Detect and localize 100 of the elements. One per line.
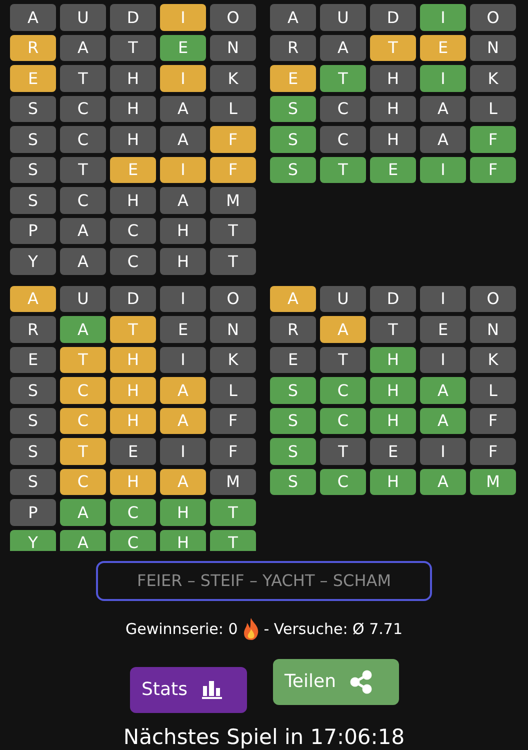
letter-tile: A (160, 468, 206, 495)
letter-tile: E (270, 346, 316, 373)
letter-tile: C (320, 377, 366, 404)
letter-tile: F (210, 438, 256, 464)
letter-tile: H (110, 126, 156, 152)
letter-tile: C (110, 499, 156, 526)
letter-tile: S (10, 377, 56, 404)
letter-tile: H (370, 65, 416, 92)
letter-tile: C (60, 96, 106, 122)
letter-tile: S (270, 438, 316, 464)
letter-tile: T (60, 156, 106, 183)
letter-tile: R (270, 34, 316, 61)
letter-tile: C (320, 468, 366, 495)
letter-tile: A (60, 34, 106, 61)
letter-tile: E (370, 438, 416, 464)
letter-tile: C (320, 126, 366, 152)
letter-tile: U (60, 4, 106, 30)
letter-tile: A (160, 377, 206, 404)
letter-tile: A (420, 468, 466, 495)
letter-tile: A (420, 408, 466, 434)
letter-tile: A (10, 4, 56, 30)
letter-tile: A (160, 96, 206, 122)
share-button[interactable]: Teilen (272, 658, 398, 704)
letter-tile: S (10, 468, 56, 495)
letter-tile: A (60, 499, 106, 526)
letter-tile: O (210, 286, 256, 312)
letter-tile: S (10, 408, 56, 434)
letter-tile: M (210, 187, 256, 214)
letter-tile: H (160, 248, 206, 274)
letter-tile: U (320, 4, 366, 30)
letter-tile: H (110, 346, 156, 373)
letter-tile: A (60, 530, 106, 550)
letter-tile: L (470, 96, 516, 122)
letter-tile: I (160, 438, 206, 464)
letter-tile: U (60, 286, 106, 312)
letter-tile: H (370, 468, 416, 495)
letter-tile: R (10, 316, 56, 342)
letter-tile: Y (10, 530, 56, 550)
letter-tile: M (470, 468, 516, 495)
letter-tile: S (10, 156, 56, 183)
solution-field[interactable]: FEIER – STEIF – YACHT – SCHAM (96, 560, 432, 600)
letter-tile: H (110, 96, 156, 122)
letter-tile: H (370, 126, 416, 152)
letter-tile: S (10, 96, 56, 122)
letter-tile: A (320, 34, 366, 61)
letter-tile: I (420, 438, 466, 464)
letter-tile: I (420, 4, 466, 30)
letter-tile: T (210, 248, 256, 274)
letter-tile: F (210, 408, 256, 434)
letter-tile: F (210, 126, 256, 152)
letter-tile: D (370, 4, 416, 30)
letter-tile: D (110, 286, 156, 312)
letter-tile: S (10, 438, 56, 464)
letter-tile: S (270, 126, 316, 152)
letter-tile: C (60, 408, 106, 434)
letter-tile: I (420, 346, 466, 373)
letter-tile: I (160, 156, 206, 183)
stats-button[interactable]: Stats (130, 666, 246, 712)
letter-tile: E (420, 34, 466, 61)
letter-tile: I (420, 65, 466, 92)
letter-tile: T (210, 218, 256, 244)
letter-tile: M (210, 468, 256, 495)
letter-tile: E (110, 156, 156, 183)
letter-tile: E (370, 156, 416, 183)
letter-tile: O (470, 286, 516, 312)
letter-tile: F (470, 156, 516, 183)
letter-tile: D (370, 286, 416, 312)
letter-tile: O (470, 4, 516, 30)
letter-tile: C (60, 187, 106, 214)
letter-tile: A (60, 248, 106, 274)
letter-tile: T (60, 346, 106, 373)
letter-tile: T (320, 346, 366, 373)
letter-tile: T (110, 34, 156, 61)
letter-tile: H (110, 377, 156, 404)
letter-tile: A (420, 96, 466, 122)
letter-tile: P (10, 499, 56, 526)
letter-tile: T (320, 438, 366, 464)
letter-tile: N (470, 34, 516, 61)
letter-tile: T (210, 530, 256, 550)
letter-tile: H (370, 96, 416, 122)
letter-tile: K (210, 346, 256, 373)
letter-tile: S (10, 126, 56, 152)
next-game-countdown: Nächstes Spiel in 17:06:18 (123, 724, 405, 748)
letter-tile: C (110, 530, 156, 550)
letter-tile: T (210, 499, 256, 526)
letter-tile: H (110, 468, 156, 495)
letter-tile: S (270, 377, 316, 404)
streak-text: Gewinnserie: 0 (125, 620, 238, 638)
letter-tile: H (160, 499, 206, 526)
letter-tile: H (110, 187, 156, 214)
share-icon (350, 670, 372, 694)
letter-tile: S (270, 408, 316, 434)
letter-tile: I (160, 4, 206, 30)
attempts-text: - Versuche: Ø 7.71 (264, 620, 403, 638)
letter-tile: E (110, 438, 156, 464)
letter-tile: O (210, 4, 256, 30)
letter-tile: K (210, 65, 256, 92)
letter-tile: C (60, 468, 106, 495)
letter-tile: N (470, 316, 516, 342)
letter-tile: K (470, 346, 516, 373)
